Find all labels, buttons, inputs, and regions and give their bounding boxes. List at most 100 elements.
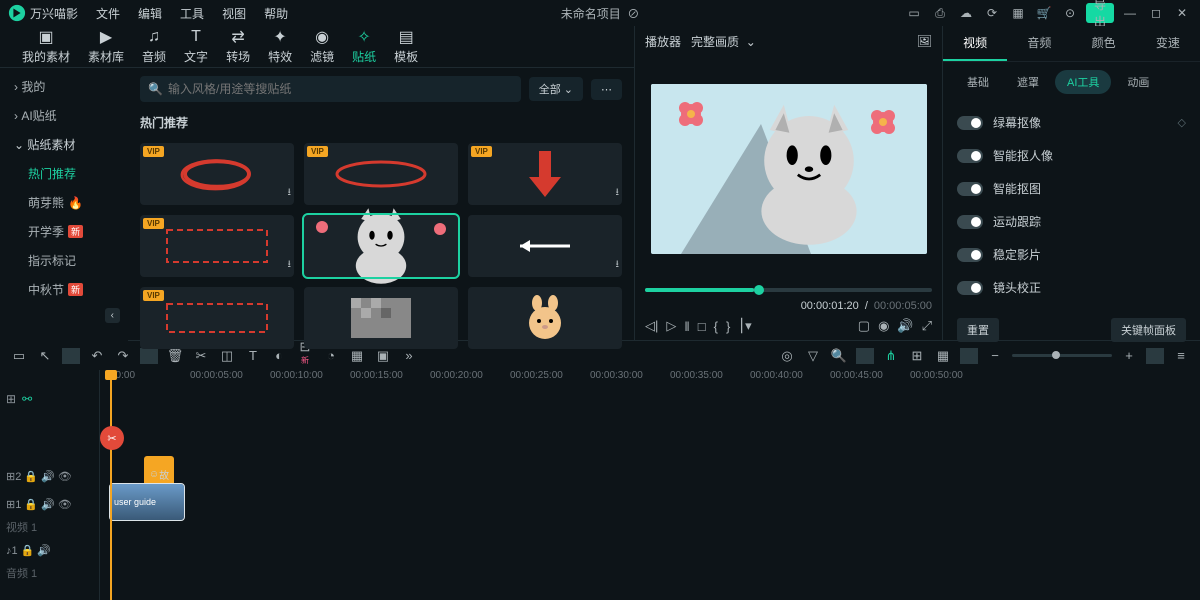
- tab-transition[interactable]: ⇄转场: [222, 28, 254, 65]
- tab-color[interactable]: 颜色: [1072, 26, 1136, 61]
- cloud-icon[interactable]: ☁: [956, 3, 976, 23]
- sidebar-item-ai[interactable]: › AI贴纸: [0, 101, 128, 130]
- grid-icon[interactable]: ▦: [934, 348, 952, 364]
- tab-stock[interactable]: ▶素材库: [84, 28, 128, 65]
- mark-in-icon[interactable]: {: [714, 319, 718, 334]
- sidebar-item-mine[interactable]: › 我的: [0, 72, 128, 101]
- zoom-in-icon[interactable]: +: [1120, 348, 1138, 363]
- tab-fx[interactable]: ✦特效: [264, 28, 296, 65]
- sidebar-sub-bear[interactable]: 萌芽熊🔥: [0, 188, 128, 217]
- more-tools-icon[interactable]: »: [400, 348, 418, 363]
- record-icon[interactable]: ▣: [374, 348, 392, 364]
- layout-toggle-icon[interactable]: ≡: [1172, 348, 1190, 363]
- zoom-out-icon[interactable]: −: [986, 348, 1004, 363]
- bell-icon[interactable]: ⊙: [1060, 3, 1080, 23]
- seek-slider[interactable]: [645, 288, 932, 292]
- sticker-thumb[interactable]: [468, 287, 622, 349]
- layout-icon[interactable]: ▭: [904, 3, 924, 23]
- scissor-icon[interactable]: ✂: [192, 348, 210, 364]
- split-dropdown-icon[interactable]: ⎮▾: [738, 318, 751, 334]
- subtab-mask[interactable]: 遮罩: [1005, 70, 1051, 94]
- timeline-canvas[interactable]: 00:0000:00:05:0000:00:10:0000:00:15:0000…: [100, 370, 1200, 600]
- mirror-icon[interactable]: ◐: [270, 348, 288, 363]
- zoom-slider[interactable]: [1012, 354, 1112, 357]
- apps-icon[interactable]: ▦: [1008, 3, 1028, 23]
- cut-button[interactable]: ✂: [100, 426, 124, 450]
- track-link-icon[interactable]: ⚯: [22, 392, 32, 402]
- sticker-thumb[interactable]: VIP ⭳: [468, 143, 622, 205]
- audio-track-header[interactable]: ♪1 🔒 🔊: [0, 536, 99, 564]
- sidebar-sub-markers[interactable]: 指示标记: [0, 246, 128, 275]
- fullscreen-icon[interactable]: ⤢: [922, 318, 932, 334]
- export-button[interactable]: 导出: [1086, 3, 1114, 23]
- maximize-icon[interactable]: ◻: [1146, 3, 1166, 23]
- sticker-track-header[interactable]: ⊞2 🔒 🔊 👁: [0, 462, 99, 490]
- minimize-icon[interactable]: —: [1120, 3, 1140, 23]
- menu-edit[interactable]: 编辑: [130, 2, 170, 25]
- toggle-stabilize[interactable]: 稳定影片: [957, 238, 1186, 271]
- download-icon[interactable]: ⭳: [616, 257, 620, 274]
- toggle-lens-correct[interactable]: 镜头校正: [957, 271, 1186, 304]
- paint-icon[interactable]: ▦: [348, 348, 366, 364]
- sticker-thumb[interactable]: ⭳: [468, 215, 622, 277]
- prev-frame-icon[interactable]: ◁|: [645, 318, 658, 334]
- marker-icon[interactable]: ▽: [804, 348, 822, 364]
- preview-viewport[interactable]: [651, 84, 927, 254]
- download-icon[interactable]: ⭳: [616, 185, 620, 202]
- tab-my-media[interactable]: ▣我的素材: [18, 28, 74, 65]
- keyframe-panel-button[interactable]: 关键帧面板: [1111, 318, 1186, 342]
- sticker-thumb[interactable]: VIP: [140, 287, 294, 349]
- sticker-thumb[interactable]: [304, 287, 458, 349]
- sticker-thumb[interactable]: VIP ⭳: [140, 143, 294, 205]
- subtab-ai[interactable]: AI工具: [1055, 70, 1111, 94]
- stop-icon[interactable]: □: [698, 319, 706, 334]
- tab-audio[interactable]: ♫音频: [138, 28, 170, 65]
- tab-sticker[interactable]: ✧贴纸: [348, 28, 380, 65]
- tab-video[interactable]: 视频: [943, 26, 1007, 61]
- volume-icon[interactable]: 🔊: [897, 318, 913, 334]
- sticker-thumb[interactable]: VIP ⭳: [140, 215, 294, 277]
- toggle-greenscreen[interactable]: 绿幕抠像◇: [957, 106, 1186, 139]
- collapse-icon[interactable]: ‹: [105, 308, 120, 323]
- tab-text[interactable]: T文字: [180, 28, 212, 65]
- playhead[interactable]: ✂: [110, 370, 112, 600]
- subtab-anim[interactable]: 动画: [1115, 70, 1161, 94]
- close-icon[interactable]: ✕: [1172, 3, 1192, 23]
- download-icon[interactable]: ⭳: [288, 185, 292, 202]
- menu-file[interactable]: 文件: [88, 2, 128, 25]
- camera-icon[interactable]: ◉: [878, 318, 889, 334]
- overlap-icon[interactable]: ⊞: [908, 348, 926, 364]
- mix-icon[interactable]: ◎: [778, 348, 796, 364]
- menu-view[interactable]: 视图: [214, 2, 254, 25]
- crop-icon[interactable]: ◫: [218, 348, 236, 364]
- sidebar-sub-moon[interactable]: 中秋节新: [0, 275, 128, 304]
- sidebar-item-stickers[interactable]: ⌄ 贴纸素材: [0, 130, 128, 159]
- toggle-smart-cutout[interactable]: 智能抠图: [957, 172, 1186, 205]
- subtab-basic[interactable]: 基础: [955, 70, 1001, 94]
- filter-all-dropdown[interactable]: 全部 ⌄: [529, 77, 583, 101]
- download-icon[interactable]: ⭳: [288, 257, 292, 274]
- magnet-tool-icon[interactable]: ⋔: [882, 348, 900, 364]
- select-tool-icon[interactable]: ▭: [10, 348, 28, 364]
- video-clip[interactable]: user guide: [110, 484, 184, 520]
- redo-icon[interactable]: ↷: [114, 348, 132, 364]
- toggle-smart-portrait[interactable]: 智能抠人像: [957, 139, 1186, 172]
- menu-help[interactable]: 帮助: [256, 2, 296, 25]
- undo-icon[interactable]: ↶: [88, 348, 106, 364]
- save-icon[interactable]: ⎙: [930, 3, 950, 23]
- track-dup-icon[interactable]: ⊞: [6, 392, 16, 402]
- display-icon[interactable]: ▢: [858, 318, 870, 334]
- reset-button[interactable]: 重置: [957, 318, 999, 342]
- sidebar-sub-school[interactable]: 开学季新: [0, 217, 128, 246]
- sidebar-sub-hot[interactable]: 热门推荐: [0, 159, 128, 188]
- cursor-tool-icon[interactable]: ↖: [36, 348, 54, 364]
- tab-template[interactable]: ▤模板: [390, 28, 422, 65]
- sticker-thumb[interactable]: VIP: [304, 143, 458, 205]
- play-icon[interactable]: ▷: [666, 318, 676, 334]
- tab-speed[interactable]: 变速: [1136, 26, 1200, 61]
- more-icon[interactable]: ⋯: [591, 79, 622, 100]
- pause-icon[interactable]: ‖: [684, 319, 689, 334]
- tab-filter[interactable]: ◉滤镜: [306, 28, 338, 65]
- mark-out-icon[interactable]: }: [726, 319, 730, 334]
- toggle-motion-track[interactable]: 运动跟踪: [957, 205, 1186, 238]
